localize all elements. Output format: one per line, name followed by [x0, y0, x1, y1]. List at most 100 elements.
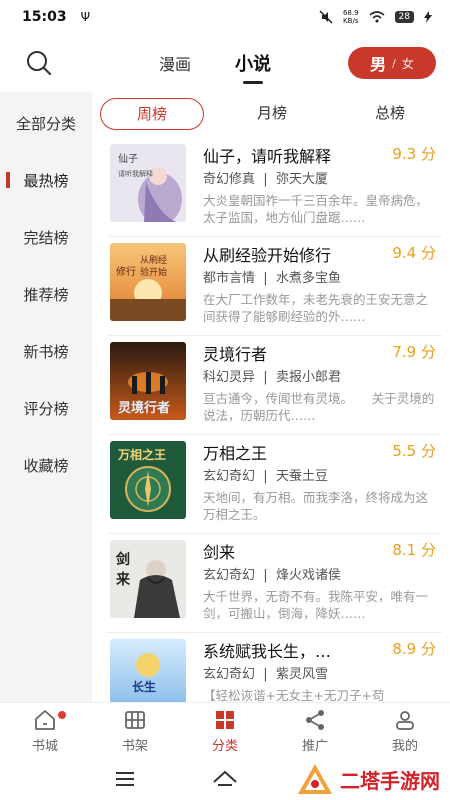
- category-icon: [216, 710, 234, 729]
- mute-icon: [319, 10, 333, 24]
- sidebar-item-all-categories[interactable]: 全部分类: [0, 113, 92, 134]
- nav-label: 分类: [211, 738, 238, 754]
- book-title[interactable]: 仙子，请听我解释: [203, 143, 383, 167]
- book-cover[interactable]: 从刷经 验开始 修行: [110, 243, 186, 321]
- book-score: 9.3 分: [392, 145, 436, 163]
- book-author: 紫灵风雪: [275, 667, 328, 682]
- book-meta: 都市言情 | 水煮多宝鱼: [203, 271, 341, 286]
- book-meta: 科幻灵异 | 卖报小郎君: [203, 370, 341, 385]
- gender-toggle[interactable]: 男 / 女: [348, 47, 436, 79]
- book-item[interactable]: 灵境行者 灵境行者 7.9 分 科幻灵异 | 卖报小郎君 亘古通今，传闻世有灵境…: [92, 336, 450, 435]
- book-score: 9.4 分: [392, 244, 436, 262]
- svg-text:仙子: 仙子: [118, 152, 138, 165]
- bookshelf-icon: [125, 710, 145, 729]
- sidebar-item-rating[interactable]: 评分榜: [0, 398, 92, 419]
- nav-bookshelf[interactable]: 书架: [90, 703, 180, 758]
- sidebar-item-new-books[interactable]: 新书榜: [0, 341, 92, 362]
- nav-promote[interactable]: 推广: [270, 703, 360, 758]
- home-gesture-icon[interactable]: [212, 768, 238, 788]
- menu-icon[interactable]: [114, 770, 136, 788]
- tab-weekly[interactable]: 周榜: [100, 98, 204, 130]
- book-meta: 玄幻奇幻 | 烽火戏诸侯: [203, 568, 341, 583]
- tab-novels[interactable]: 小说: [235, 50, 271, 84]
- book-cover[interactable]: 灵境行者: [110, 342, 186, 420]
- net-speed: 68.9 KB/s: [342, 9, 359, 25]
- svg-text:修行: 修行: [116, 265, 136, 278]
- book-cover[interactable]: 仙子 请听我解释: [110, 144, 186, 222]
- watermark-text: 二塔手游网: [340, 768, 440, 793]
- bottom-navigation: 书城 书架 分类 推广 我的: [0, 702, 450, 758]
- book-item[interactable]: 从刷经 验开始 修行 从刷经验开始修行 9.4 分 都市言情 | 水煮多宝鱼 在大厂…: [92, 237, 450, 336]
- battery-icon: 28: [394, 11, 414, 23]
- profile-icon: [396, 710, 414, 730]
- top-header: 漫画 小说 男 / 女: [0, 34, 450, 92]
- sidebar-item-favorites[interactable]: 收藏榜: [0, 455, 92, 476]
- nav-label: 书城: [31, 738, 58, 754]
- home-icon: [35, 709, 55, 730]
- svg-text:万相之王: 万相之王: [117, 447, 166, 462]
- book-description: 大炎皇朝国祚一千三百余年。皇帝病危，太子监国，地方仙门盘踞……: [203, 193, 429, 225]
- wifi-icon: [369, 11, 385, 23]
- nav-bookstore[interactable]: 书城: [0, 703, 90, 758]
- book-genre: 奇幻修真: [203, 172, 256, 187]
- gender-female[interactable]: 女: [402, 55, 414, 72]
- nav-label: 推广: [301, 738, 328, 754]
- book-score: 7.9 分: [392, 343, 436, 361]
- book-author: 卖报小郎君: [275, 370, 341, 385]
- book-genre: 玄幻奇幻: [203, 568, 256, 583]
- book-item[interactable]: 仙子请听我解释 仙子，请听我解释 9.3 分 奇幻修真 | 弥天大厦 大炎皇朝国…: [92, 138, 450, 237]
- book-score: 5.5 分: [392, 442, 436, 460]
- book-genre: 玄幻奇幻: [203, 469, 256, 484]
- book-genre: 科幻灵异: [203, 370, 256, 385]
- system-navigation-bar: 二塔手游网: [0, 758, 450, 800]
- watermark-logo-icon: [298, 764, 332, 794]
- status-time: 15:03: [22, 9, 67, 25]
- book-cover[interactable]: 万相之王: [110, 441, 186, 519]
- book-score: 8.1 分: [392, 541, 436, 559]
- status-bar: 15:03 Ψ 68.9 KB/s 28: [0, 0, 450, 34]
- book-author: 水煮多宝鱼: [275, 271, 341, 286]
- nav-profile[interactable]: 我的: [360, 703, 450, 758]
- book-author: 烽火戏诸侯: [275, 568, 341, 583]
- svg-text:验开始: 验开始: [140, 266, 167, 278]
- book-genre: 玄幻奇幻: [203, 667, 256, 682]
- book-title[interactable]: 万相之王: [203, 440, 383, 464]
- notification-dot: [58, 711, 66, 719]
- book-meta: 玄幻奇幻 | 天蚕土豆: [203, 469, 328, 484]
- book-description: 在大厂工作数年，未老先衰的王安无意之间获得了能够刷经验的外……: [203, 292, 429, 324]
- book-genre: 都市言情: [203, 271, 256, 286]
- book-title[interactable]: 剑来: [203, 539, 383, 563]
- sidebar-item-recommended[interactable]: 推荐榜: [0, 284, 92, 305]
- book-title[interactable]: 从刷经验开始修行: [203, 242, 383, 266]
- tab-comics[interactable]: 漫画: [159, 51, 191, 75]
- book-cover[interactable]: 长生: [110, 639, 186, 702]
- book-cover[interactable]: 剑来: [110, 540, 186, 618]
- book-author: 天蚕土豆: [275, 469, 328, 484]
- book-meta: 玄幻奇幻 | 紫灵风雪: [203, 667, 328, 682]
- sidebar-item-hottest[interactable]: 最热榜: [0, 170, 92, 191]
- svg-text:灵境行者: 灵境行者: [118, 400, 170, 416]
- book-description: 【轻松诙谐+无女主+无刀子+苟: [203, 688, 385, 702]
- book-list: 仙子请听我解释 仙子，请听我解释 9.3 分 奇幻修真 | 弥天大厦 大炎皇朝国…: [92, 138, 450, 702]
- book-item[interactable]: 万相之王 万相之王 5.5 分 玄幻奇幻 | 天蚕土豆 天地间，有万相。而我李洛…: [92, 435, 450, 534]
- status-right: 68.9 KB/s 28: [319, 9, 432, 25]
- svg-text:剑: 剑: [115, 551, 130, 568]
- book-item[interactable]: 长生 系统赋我长生，… 8.9 分 玄幻奇幻 | 紫灵风雪 【轻松诙谐+无女主+…: [92, 633, 450, 702]
- nav-label: 书架: [121, 738, 148, 754]
- category-sidebar: 全部分类 最热榜 完结榜 推荐榜 新书榜 评分榜 收藏榜: [0, 92, 92, 702]
- book-title[interactable]: 系统赋我长生，…: [203, 638, 383, 662]
- tab-monthly[interactable]: 月榜: [220, 98, 324, 130]
- svg-text:来: 来: [115, 572, 131, 588]
- book-item[interactable]: 剑来 剑来 8.1 分 玄幻奇幻 | 烽火戏诸侯 大千世界，无奇不有。我陈平安，…: [92, 534, 450, 633]
- svg-text:请听我解释: 请听我解释: [118, 169, 153, 178]
- svg-text:长生: 长生: [132, 679, 156, 694]
- watermark: 二塔手游网: [296, 762, 440, 796]
- gender-male[interactable]: 男: [370, 51, 386, 75]
- nav-category[interactable]: 分类: [180, 703, 270, 758]
- share-icon: [306, 709, 324, 730]
- sidebar-item-completed[interactable]: 完结榜: [0, 227, 92, 248]
- book-meta: 奇幻修真 | 弥天大厦: [203, 172, 328, 187]
- book-description: 天地间，有万相。而我李洛，终将成为这万相之王。: [203, 490, 429, 522]
- book-title[interactable]: 灵境行者: [203, 341, 383, 365]
- tab-all-time[interactable]: 总榜: [338, 98, 442, 130]
